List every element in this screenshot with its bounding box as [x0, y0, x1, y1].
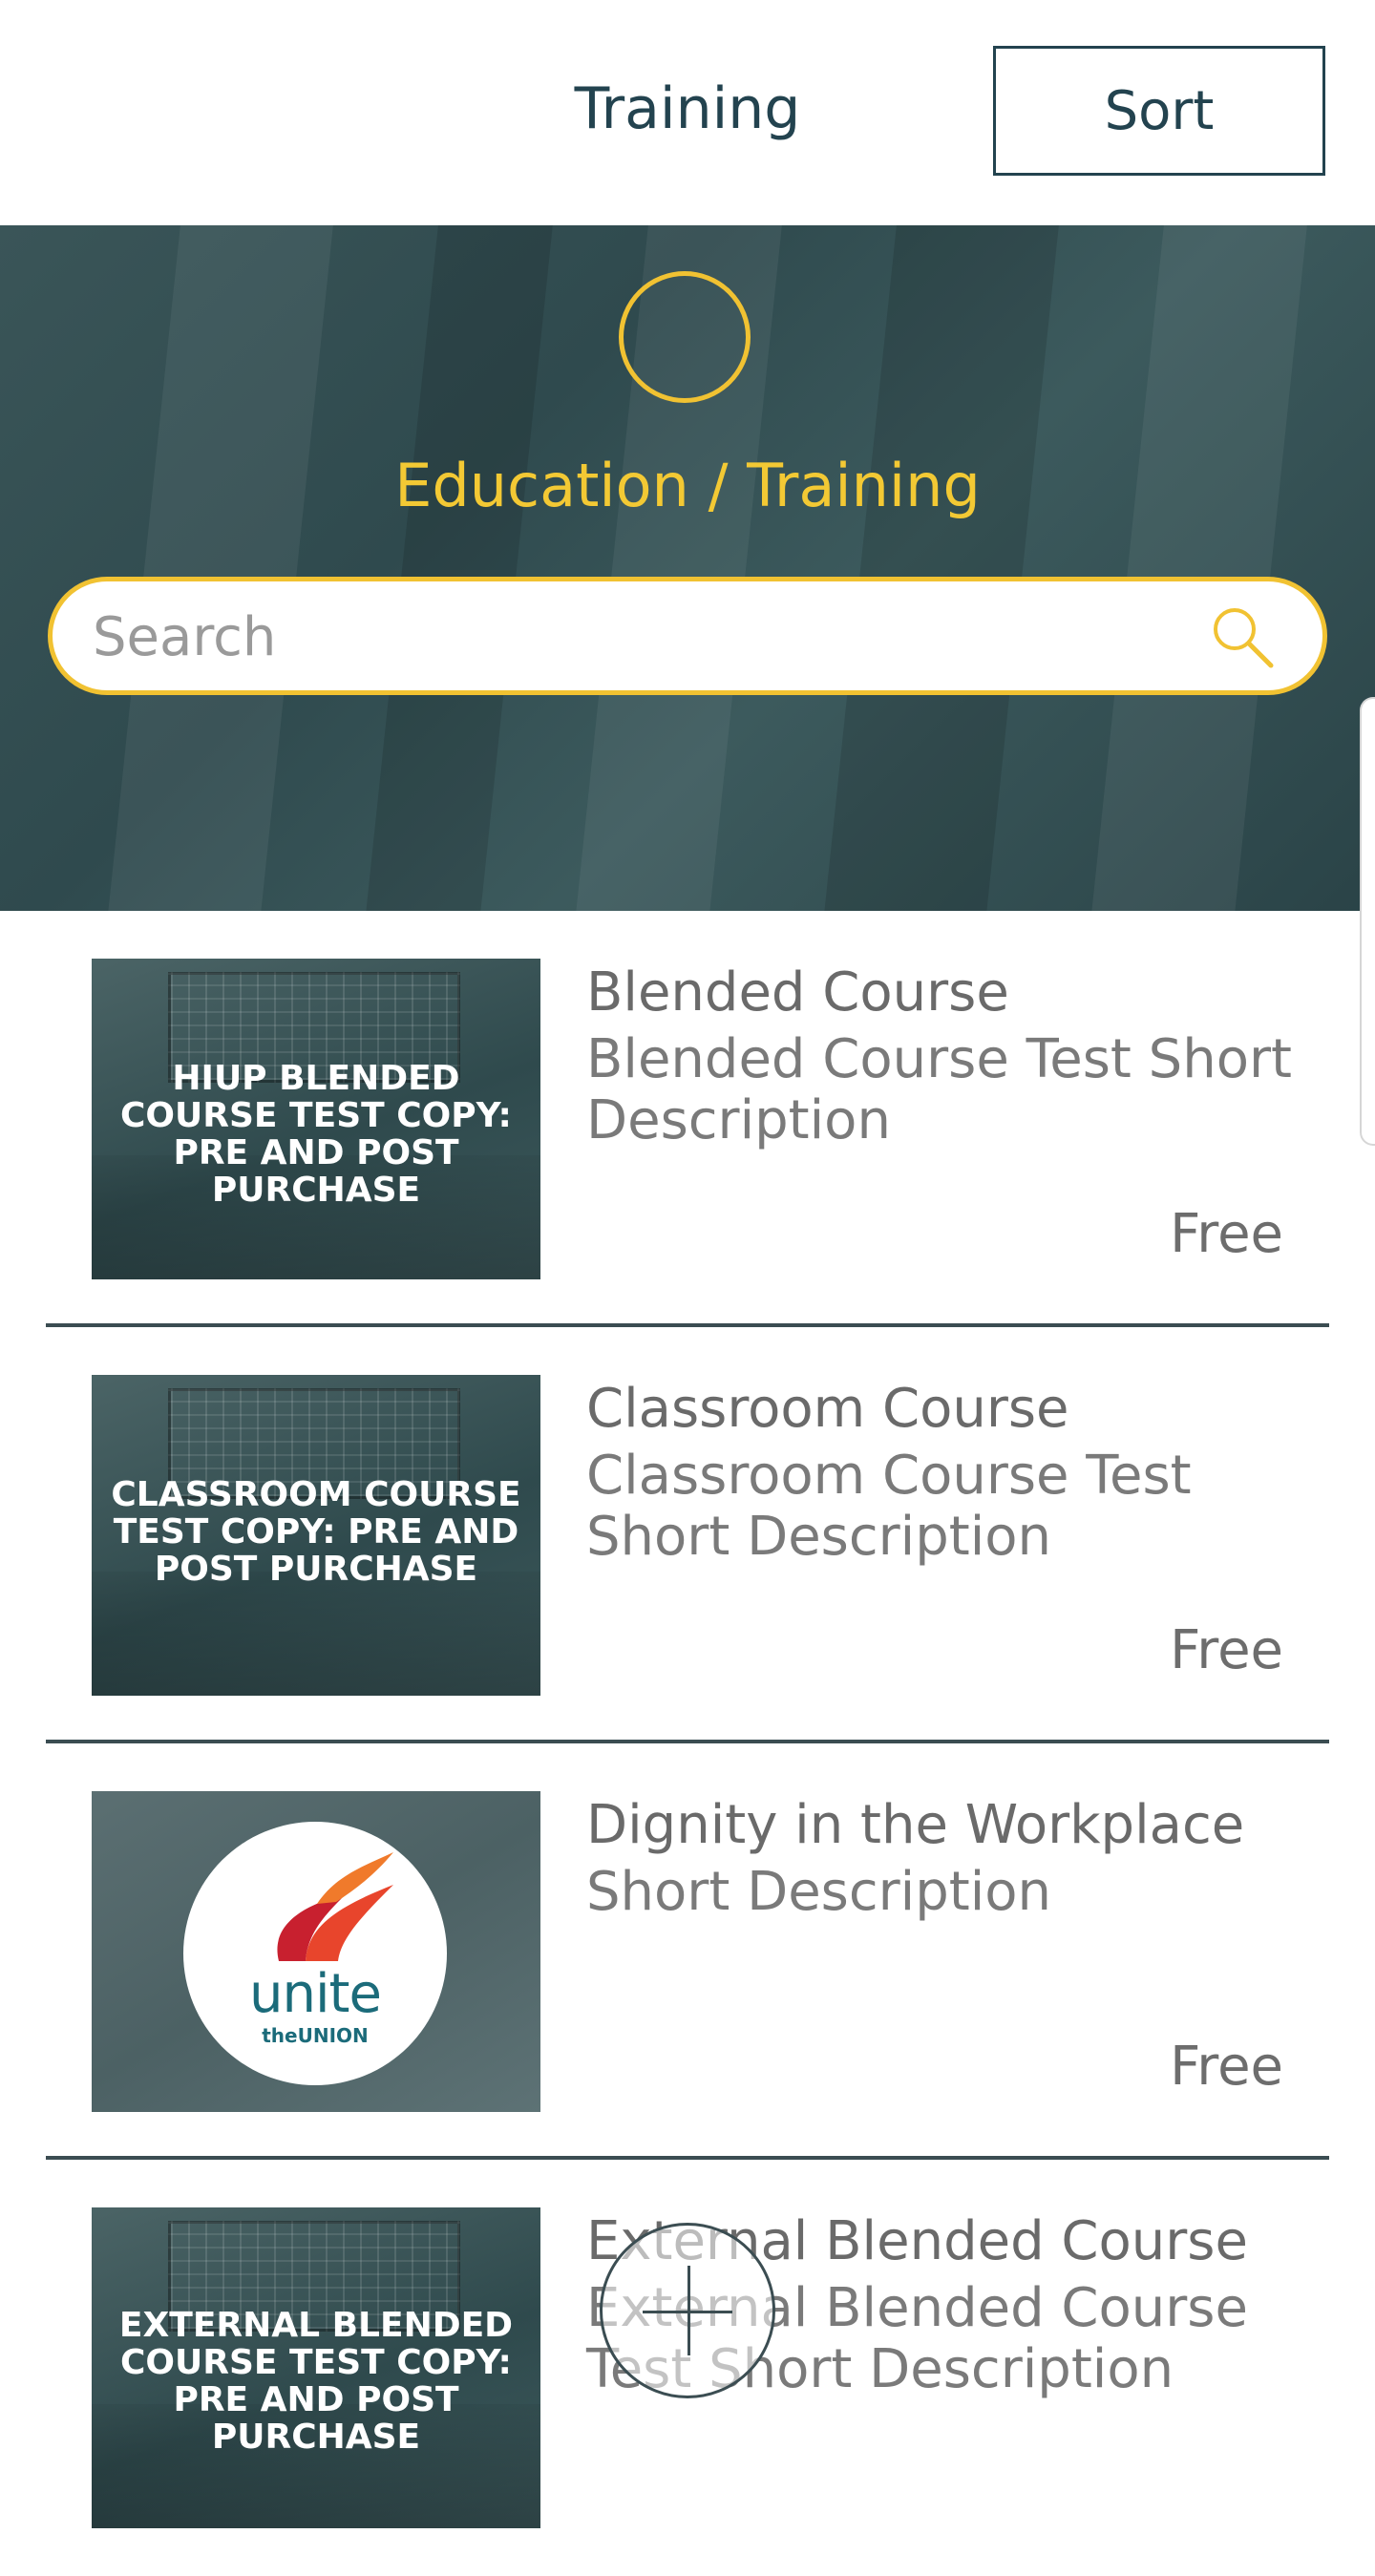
- course-item[interactable]: HIUP BLENDED COURSE TEST COPY: PRE AND P…: [46, 911, 1329, 1327]
- course-item[interactable]: unite theUNION Dignity in the Workplace …: [46, 1743, 1329, 2160]
- logo-union-text: theUNION: [262, 2024, 369, 2047]
- thumbnail-caption: CLASSROOM COURSE TEST COPY: PRE AND POST…: [111, 1475, 521, 1589]
- hero-banner: Education / Training: [0, 225, 1375, 911]
- hero-photo-strip: [817, 225, 1064, 911]
- course-description: Classroom Course Test Short Description: [586, 1445, 1192, 1568]
- course-thumbnail: HIUP BLENDED COURSE TEST COPY: PRE AND P…: [92, 959, 540, 1279]
- category-ring-icon: [619, 271, 751, 403]
- add-button[interactable]: [600, 2223, 775, 2398]
- course-price: Free: [1170, 2036, 1283, 2098]
- course-item[interactable]: CLASSROOM COURSE TEST COPY: PRE AND POST…: [46, 1327, 1329, 1743]
- course-thumbnail: EXTERNAL BLENDED COURSE TEST COPY: PRE A…: [92, 2207, 540, 2528]
- search-input[interactable]: [91, 581, 1202, 692]
- thumbnail-caption: EXTERNAL BLENDED COURSE TEST COPY: PRE A…: [118, 2306, 514, 2457]
- course-description: Blended Course Test Short Description: [586, 1028, 1292, 1151]
- thumbnail-caption: HIUP BLENDED COURSE TEST COPY: PRE AND P…: [120, 1059, 512, 1210]
- unite-logo: unite theUNION: [183, 1822, 447, 2085]
- flame-icon: [277, 1852, 393, 1961]
- hero-photo-strip: [359, 225, 558, 911]
- search-icon[interactable]: [1208, 602, 1277, 671]
- hero-subtitle: Education / Training: [394, 451, 981, 520]
- sort-button[interactable]: Sort: [993, 46, 1325, 176]
- course-price: Free: [1170, 1619, 1283, 1681]
- hero-photo-strip: [101, 225, 338, 911]
- plus-icon: [688, 2266, 690, 2355]
- course-title: Dignity in the Workplace: [586, 1794, 1245, 1856]
- course-title: Classroom Course: [586, 1378, 1069, 1440]
- course-thumbnail: unite theUNION: [92, 1791, 540, 2112]
- search-bar[interactable]: [48, 577, 1327, 695]
- scrollbar[interactable]: [1360, 697, 1375, 1146]
- course-thumbnail: CLASSROOM COURSE TEST COPY: PRE AND POST…: [92, 1375, 540, 1696]
- hero-photo-strip: [1085, 225, 1312, 911]
- course-description: Short Description: [586, 1861, 1052, 1923]
- logo-wordmark: unite: [249, 1963, 382, 2025]
- app-header: Training Sort: [0, 0, 1375, 225]
- course-title: Blended Course: [586, 961, 1009, 1024]
- course-price: Free: [1170, 1203, 1283, 1265]
- thumbnail-desk-graphic: [92, 1572, 540, 1696]
